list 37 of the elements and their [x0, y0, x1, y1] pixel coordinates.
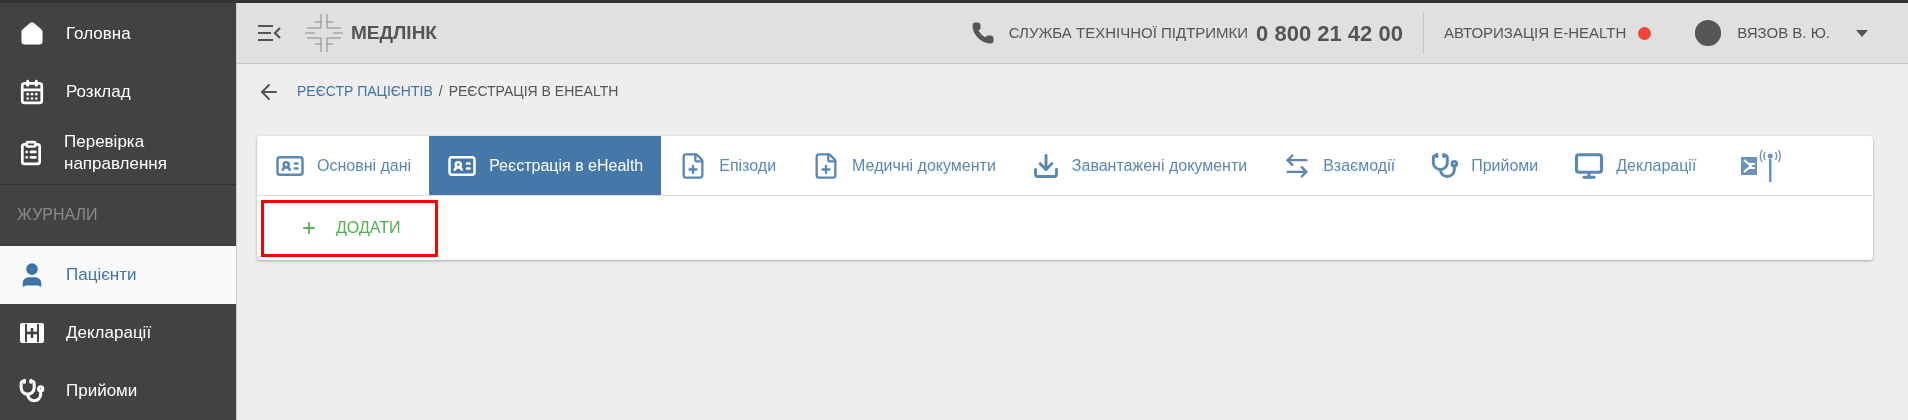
breadcrumb-link[interactable]: РЕЄСТР ПАЦІЄНТІВ — [297, 81, 433, 102]
tab[interactable]: Завантажені документи — [1013, 136, 1266, 195]
monitor-icon — [1574, 150, 1605, 181]
sidebar-item[interactable]: Перевірка направлення — [0, 121, 236, 185]
tab[interactable]: Реєстрація в eHealth — [429, 136, 662, 195]
download-icon — [1031, 151, 1060, 180]
auth-status[interactable]: АВТОРИЗАЦІЯ E-HEALTH — [1443, 21, 1627, 45]
stethoscope-icon — [19, 377, 45, 404]
sidebar-item[interactable]: Декларації — [0, 303, 236, 362]
menu-collapse-icon[interactable] — [257, 24, 281, 42]
sidebar-item[interactable]: Прийоми — [0, 361, 236, 420]
user-name[interactable]: ВЯЗОВ В. Ю. — [1737, 21, 1830, 45]
breadcrumb-separator: / — [438, 82, 443, 101]
sidebar-item[interactable]: Розклад — [0, 63, 236, 122]
tab[interactable]: Епізоди — [661, 136, 795, 195]
logo-text: МЕДЛІНК — [351, 20, 437, 45]
medical-case-icon — [19, 321, 45, 344]
sidebar-item[interactable]: Пацієнти — [0, 245, 236, 304]
tab[interactable]: Декларації — [1556, 136, 1715, 195]
stethoscope-icon — [1431, 151, 1460, 180]
support-phone: 0 800 21 42 00 — [1256, 19, 1403, 48]
calendar-icon — [19, 79, 45, 106]
signal-card-icon — [1740, 148, 1783, 183]
logo-icon — [303, 12, 345, 54]
tab[interactable]: Медичні документи — [794, 136, 1014, 195]
add-button[interactable]: + ДОДАТИ — [264, 216, 401, 240]
caret-icon[interactable] — [1856, 29, 1868, 37]
sidebar-item[interactable]: Головна — [0, 5, 236, 64]
clipboard-icon — [18, 139, 44, 166]
tab[interactable]: Прийоми — [1413, 136, 1557, 195]
breadcrumb-current: РЕЄСТРАЦІЯ В EHEALTH — [448, 82, 619, 101]
section-title: ЖУРНАЛИ — [17, 205, 98, 226]
home-icon — [19, 21, 45, 48]
tab[interactable]: Взаємодії — [1265, 136, 1414, 195]
phone-icon — [970, 21, 995, 45]
support-label: СЛУЖБА ТЕХНІЧНОЇ ПІДТРИМКИ — [1008, 22, 1249, 43]
tab[interactable]: Основні дані — [257, 136, 430, 195]
